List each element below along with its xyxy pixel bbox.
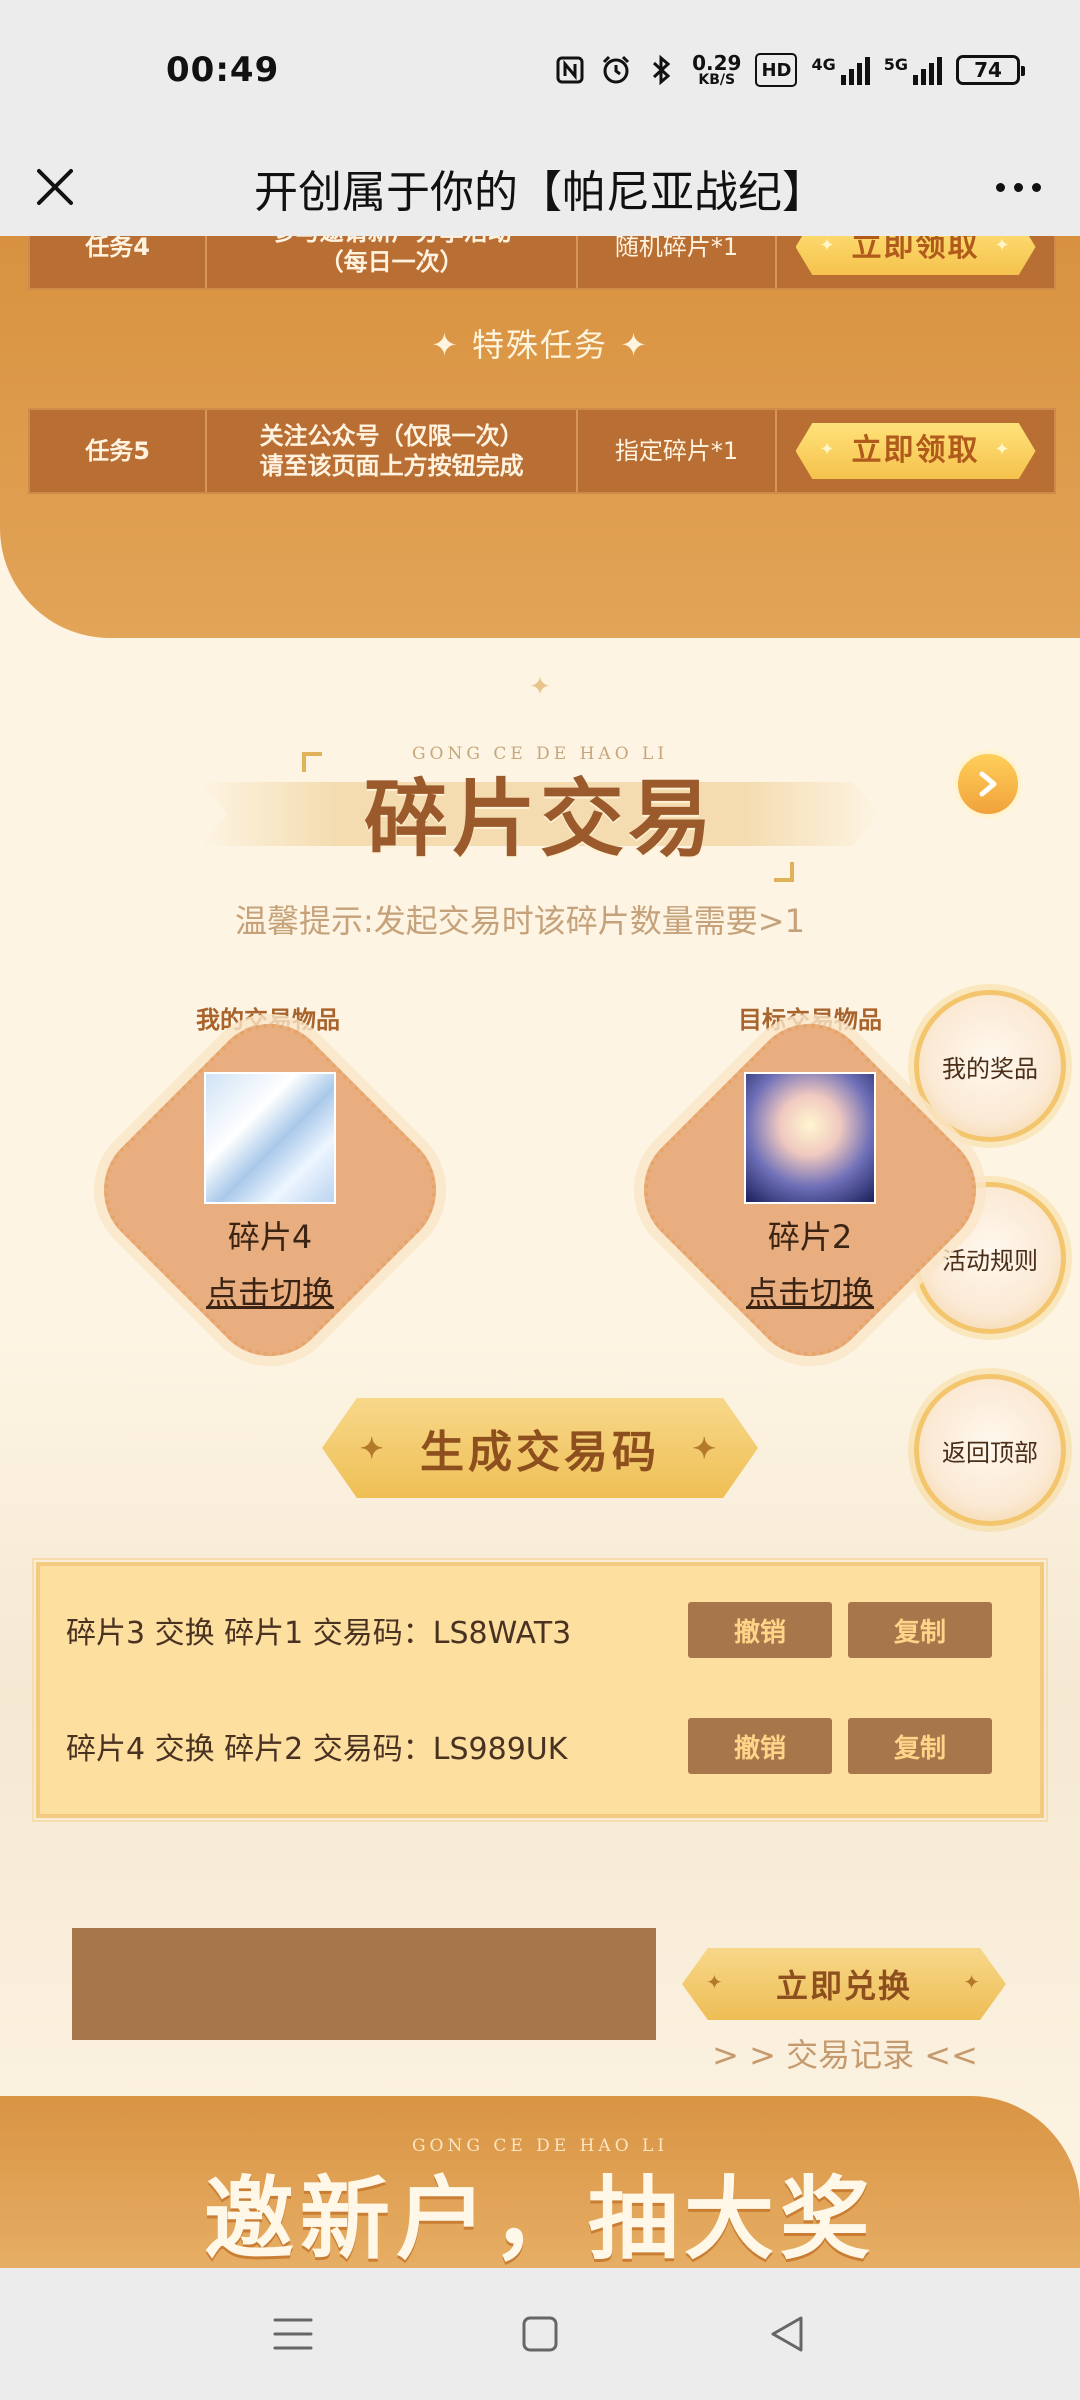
trade-record-link[interactable]: > > 交易记录 << xyxy=(700,2030,990,2076)
task-desc-line1: 关注公众号（仅限一次） xyxy=(259,422,524,450)
status-time: 00:49 xyxy=(166,50,280,90)
my-item-image xyxy=(204,1072,336,1204)
target-item-name: 碎片2 xyxy=(767,1218,853,1256)
copy-button[interactable]: 复制 xyxy=(848,1718,992,1774)
bluetooth-icon xyxy=(646,53,678,87)
trade-code-row: 碎片3 交换 碎片1 交易码：LS8WAT3 撤销 复制 xyxy=(66,1600,1026,1660)
trade-code-row: 碎片4 交换 碎片2 交易码：LS989UK 撤销 复制 xyxy=(66,1716,1026,1776)
hd-voice-icon: HD xyxy=(755,53,798,87)
claim-button[interactable]: 立即领取 xyxy=(795,423,1036,479)
cancel-button[interactable]: 撤销 xyxy=(688,1602,832,1658)
next-arrow-button[interactable] xyxy=(954,750,1022,818)
star-icon: ✦ xyxy=(360,1432,388,1465)
cancel-button[interactable]: 撤销 xyxy=(688,1718,832,1774)
menu-button[interactable] xyxy=(253,2294,333,2374)
network-speed-value: 0.29 xyxy=(692,51,742,75)
home-square-icon xyxy=(522,2316,558,2352)
close-button[interactable] xyxy=(22,154,88,220)
signal-5g-label: 5G xyxy=(883,55,908,74)
back-triangle-icon xyxy=(771,2316,803,2352)
task-name: 任务5 xyxy=(30,410,208,492)
my-prizes-button[interactable]: 我的奖品 xyxy=(914,990,1066,1142)
trade-code-input[interactable] xyxy=(72,1928,656,2040)
home-button[interactable] xyxy=(500,2294,580,2374)
status-bar: 00:49 0.29 KB/S HD 4G 5G 74 xyxy=(0,0,1080,140)
task-row-4: 任务4 参与邀请新广分享活动 （每日一次） 随机碎片*1 立即领取 xyxy=(28,236,1056,290)
task-claim-cell: 立即领取 xyxy=(777,410,1054,492)
nfc-icon xyxy=(554,53,586,87)
trade-title: 碎片交易 xyxy=(363,769,716,868)
task-desc-line2: （每日一次） xyxy=(319,248,464,276)
alarm-icon xyxy=(600,53,632,87)
trade-code-text: 碎片4 交换 碎片2 交易码：LS989UK xyxy=(66,1732,568,1767)
trade-tip-text: 温馨提示:发起交易时该碎片数量需要>1 xyxy=(235,902,805,940)
network-speed: 0.29 KB/S xyxy=(692,53,741,87)
invite-title: 邀新户，抽大奖 xyxy=(204,2166,876,2268)
my-item-name: 碎片4 xyxy=(227,1218,313,1256)
copy-button[interactable]: 复制 xyxy=(848,1602,992,1658)
trade-tip: 温馨提示:发起交易时该碎片数量需要>1 xyxy=(0,896,1080,942)
my-item-switch-link[interactable]: 点击切换 xyxy=(170,1268,370,1314)
signal-5g-icon: 5G xyxy=(884,55,942,85)
battery-icon: 74 xyxy=(956,55,1025,85)
menu-icon xyxy=(273,2318,313,2350)
star-icon: ✦ xyxy=(692,1432,720,1465)
star-icon: ✦ xyxy=(706,1970,725,1994)
generate-trade-code-label: 生成交易码 xyxy=(420,1427,660,1478)
special-task-title: ✦ 特殊任务 ✦ xyxy=(431,326,649,364)
more-dot-icon xyxy=(1013,182,1023,192)
status-icons: 0.29 KB/S HD 4G 5G 74 xyxy=(554,53,1025,87)
more-dot-icon xyxy=(1031,182,1041,192)
task-reward: 随机碎片*1 xyxy=(578,236,778,288)
title-bar: 开创属于你的【帕尼亚战纪】 xyxy=(0,140,1080,236)
page-title: 开创属于你的【帕尼亚战纪】 xyxy=(254,167,826,218)
more-options-button[interactable] xyxy=(978,154,1058,220)
task-desc: 参与邀请新广分享活动 （每日一次） xyxy=(207,236,578,288)
task-claim-cell: 立即领取 xyxy=(777,236,1054,288)
close-icon xyxy=(37,169,73,205)
task-panel: 任务4 参与邀请新广分享活动 （每日一次） 随机碎片*1 立即领取 ✦ 特殊任务… xyxy=(0,236,1080,638)
signal-4g-icon: 4G xyxy=(811,55,870,85)
claim-button[interactable]: 立即领取 xyxy=(795,236,1036,275)
redeem-label: 立即兑换 xyxy=(775,1967,912,2005)
task-desc-line2: 请至该页面上方按钮完成 xyxy=(259,452,524,480)
chevron-right-icon xyxy=(979,771,997,797)
generate-trade-code-button[interactable]: ✦ 生成交易码 ✦ xyxy=(322,1398,758,1498)
task-reward: 指定碎片*1 xyxy=(578,410,778,492)
signal-4g-label: 4G xyxy=(811,55,836,74)
target-item-image xyxy=(744,1072,876,1204)
more-dot-icon xyxy=(995,182,1005,192)
network-speed-unit: KB/S xyxy=(698,72,736,88)
page-content[interactable]: 任务4 参与邀请新广分享活动 （每日一次） 随机碎片*1 立即领取 ✦ 特殊任务… xyxy=(0,236,1080,2268)
trade-codes-list: 碎片3 交换 碎片1 交易码：LS8WAT3 撤销 复制 碎片4 交换 碎片2 … xyxy=(32,1558,1048,1822)
back-button[interactable] xyxy=(747,2294,827,2374)
back-to-top-button[interactable]: 返回顶部 xyxy=(914,1374,1066,1526)
task-row-5: 任务5 关注公众号（仅限一次） 请至该页面上方按钮完成 指定碎片*1 立即领取 xyxy=(28,408,1056,494)
task-desc-line1: 参与邀请新广分享活动 xyxy=(272,236,512,247)
sparkle-decoration: ✦ xyxy=(529,672,551,702)
system-nav-bar xyxy=(0,2268,1080,2400)
target-item-switch-link[interactable]: 点击切换 xyxy=(710,1268,910,1314)
star-icon: ✦ xyxy=(963,1970,982,1994)
redeem-button[interactable]: ✦ 立即兑换 ✦ xyxy=(682,1948,1006,2020)
task-name: 任务4 xyxy=(30,236,208,288)
task-desc: 关注公众号（仅限一次） 请至该页面上方按钮完成 xyxy=(207,410,578,492)
trade-code-text: 碎片3 交换 碎片1 交易码：LS8WAT3 xyxy=(66,1616,572,1651)
